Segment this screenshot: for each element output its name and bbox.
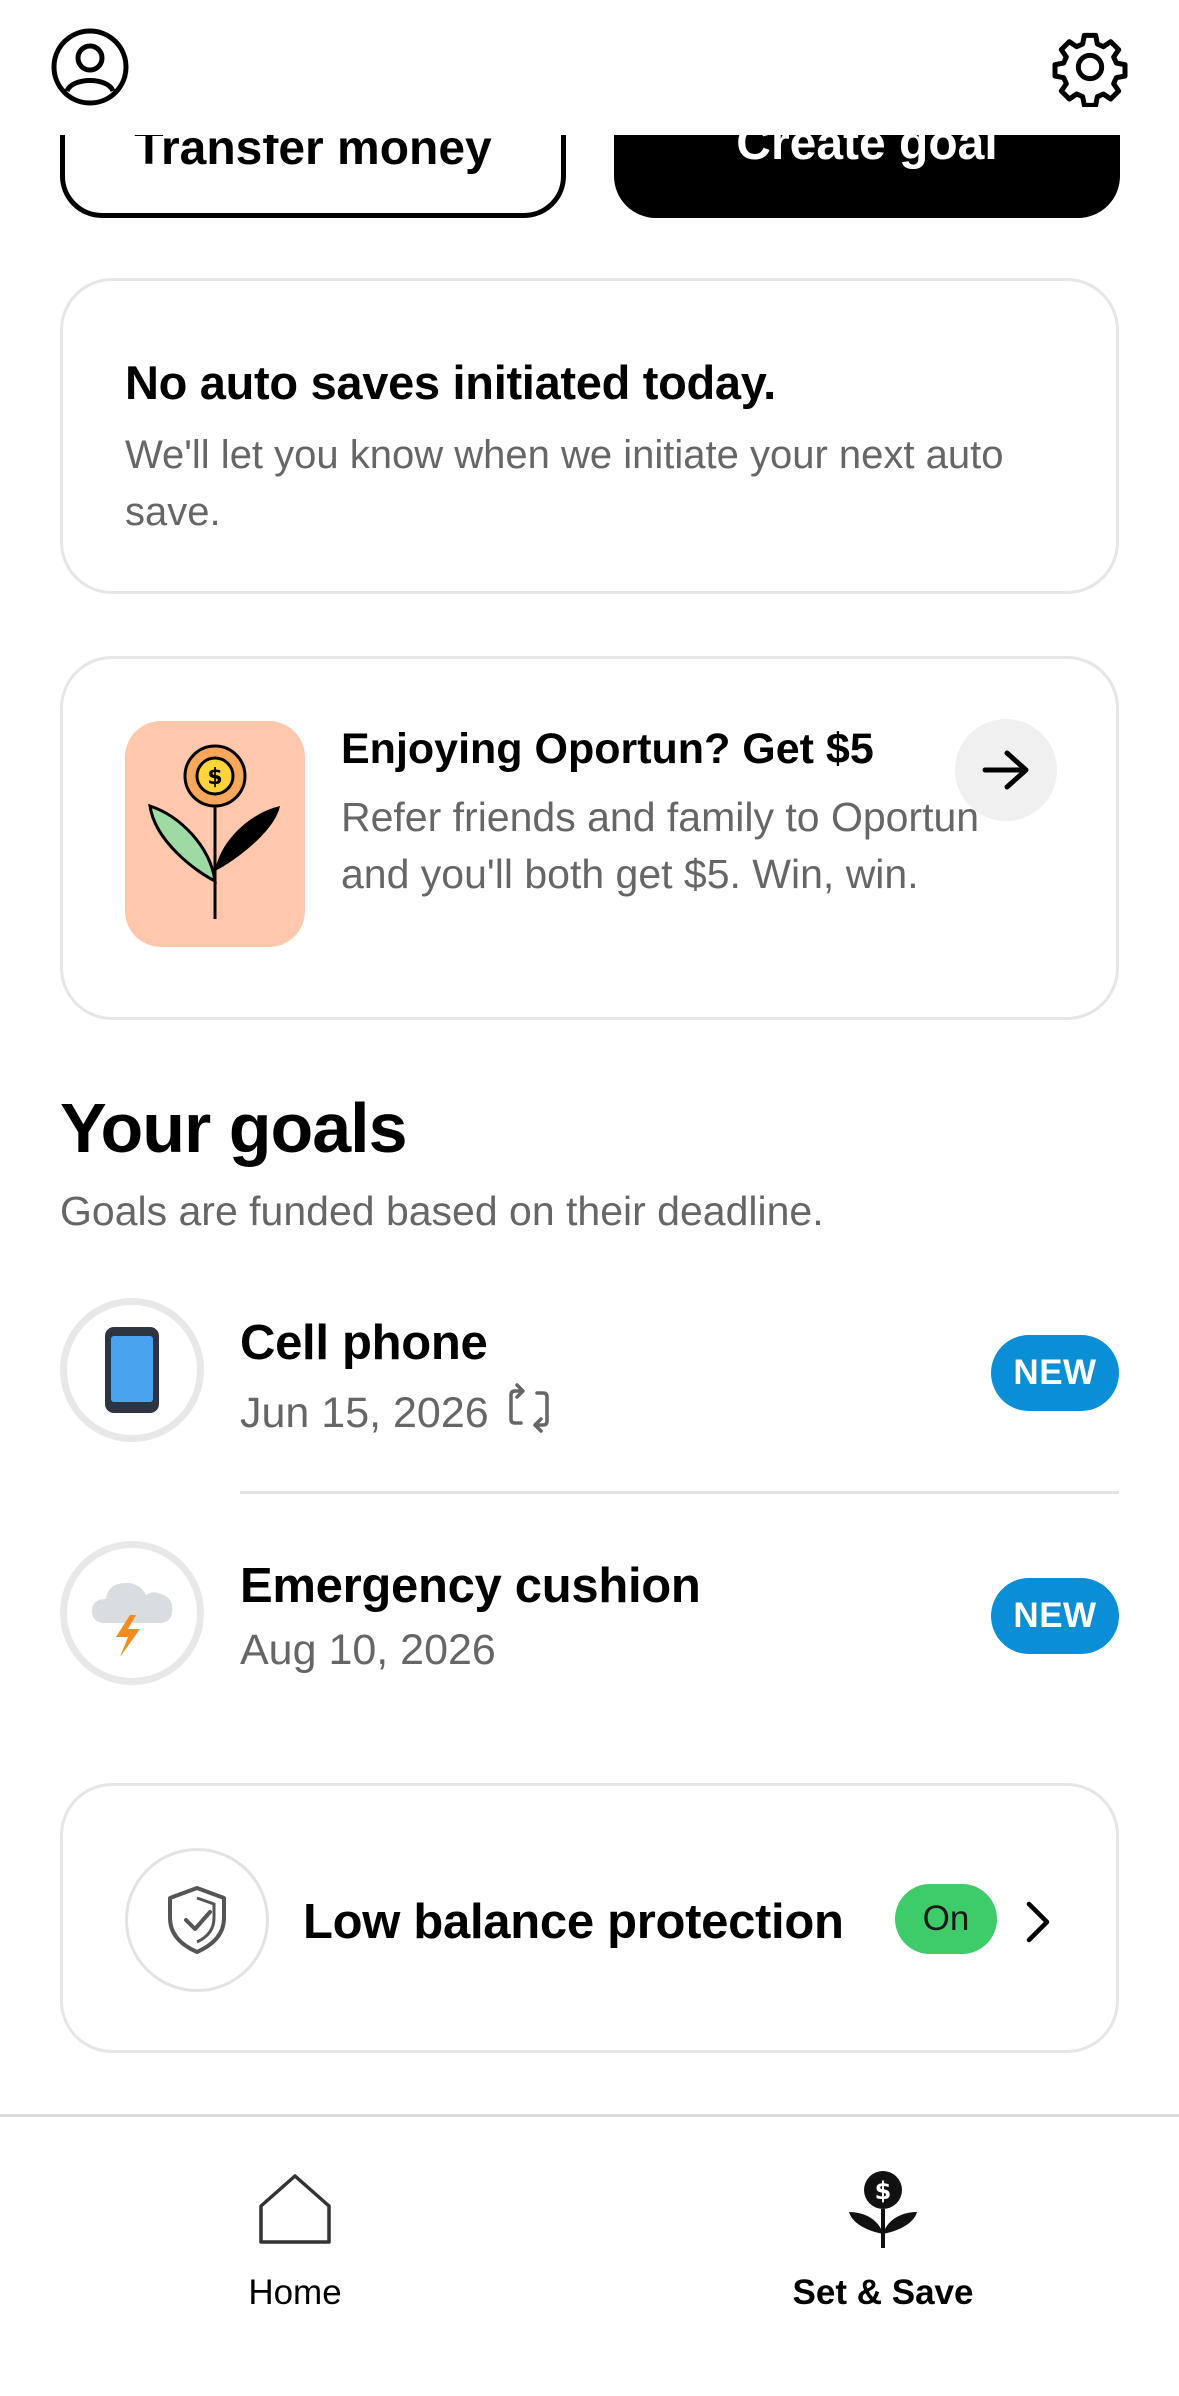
gear-icon[interactable] bbox=[1050, 27, 1130, 108]
goal-item-emergency-cushion[interactable]: Emergency cushion Aug 10, 2026 NEW bbox=[60, 1538, 1119, 1688]
goal-item-cell-phone[interactable]: Cell phone Jun 15, 2026 NEW bbox=[60, 1295, 1119, 1445]
home-icon bbox=[253, 2167, 337, 2251]
referral-body: Refer friends and family to Oportun and … bbox=[341, 794, 980, 897]
svg-text:$: $ bbox=[875, 2177, 892, 2205]
low-balance-protection-card[interactable]: Low balance protection On bbox=[60, 1783, 1119, 2053]
phone-icon bbox=[60, 1298, 204, 1442]
low-balance-toggle[interactable]: On bbox=[895, 1884, 997, 1954]
nav-label-home: Home bbox=[248, 2273, 342, 2312]
goal-name: Cell phone bbox=[240, 1316, 488, 1370]
referral-card[interactable]: $ Enjoying Oportun? Get $5 Refer friends… bbox=[60, 656, 1119, 1020]
autosave-title: No auto saves initiated today. bbox=[125, 356, 776, 409]
divider bbox=[240, 1491, 1119, 1494]
storm-cloud-icon bbox=[60, 1541, 204, 1685]
profile-icon[interactable] bbox=[50, 27, 130, 107]
autosave-body: We'll let you know when we initiate your… bbox=[125, 433, 1004, 534]
arrow-right-icon[interactable] bbox=[955, 719, 1057, 821]
shield-check-icon bbox=[125, 1848, 269, 1992]
bottom-nav: Home $ Set & Save bbox=[0, 2114, 1179, 2396]
goal-date-row: Aug 10, 2026 bbox=[240, 1626, 496, 1675]
goal-name: Emergency cushion bbox=[240, 1559, 701, 1613]
goals-subtitle: Goals are funded based on their deadline… bbox=[60, 1188, 824, 1234]
money-plant-icon: $ bbox=[841, 2167, 925, 2251]
chevron-right-icon[interactable] bbox=[1013, 1894, 1063, 1950]
referral-title: Enjoying Oportun? Get $5 bbox=[341, 725, 874, 773]
goal-date-row: Jun 15, 2026 bbox=[240, 1383, 551, 1444]
nav-item-set-and-save[interactable]: $ Set & Save bbox=[733, 2167, 1033, 2317]
recurring-icon bbox=[507, 1383, 551, 1444]
low-balance-label: Low balance protection bbox=[303, 1895, 844, 1949]
flower-dollar-icon: $ bbox=[125, 721, 305, 947]
status-badge: NEW bbox=[991, 1335, 1119, 1411]
goals-title: Your goals bbox=[60, 1089, 408, 1167]
svg-text:$: $ bbox=[207, 765, 222, 790]
status-badge: NEW bbox=[991, 1578, 1119, 1654]
goal-date: Aug 10, 2026 bbox=[240, 1626, 496, 1674]
nav-item-home[interactable]: Home bbox=[145, 2167, 445, 2317]
goal-date: Jun 15, 2026 bbox=[240, 1389, 489, 1437]
top-bar bbox=[0, 0, 1179, 135]
nav-label-set-and-save: Set & Save bbox=[792, 2273, 974, 2312]
autosave-status-card: No auto saves initiated today. We'll let… bbox=[60, 278, 1119, 594]
